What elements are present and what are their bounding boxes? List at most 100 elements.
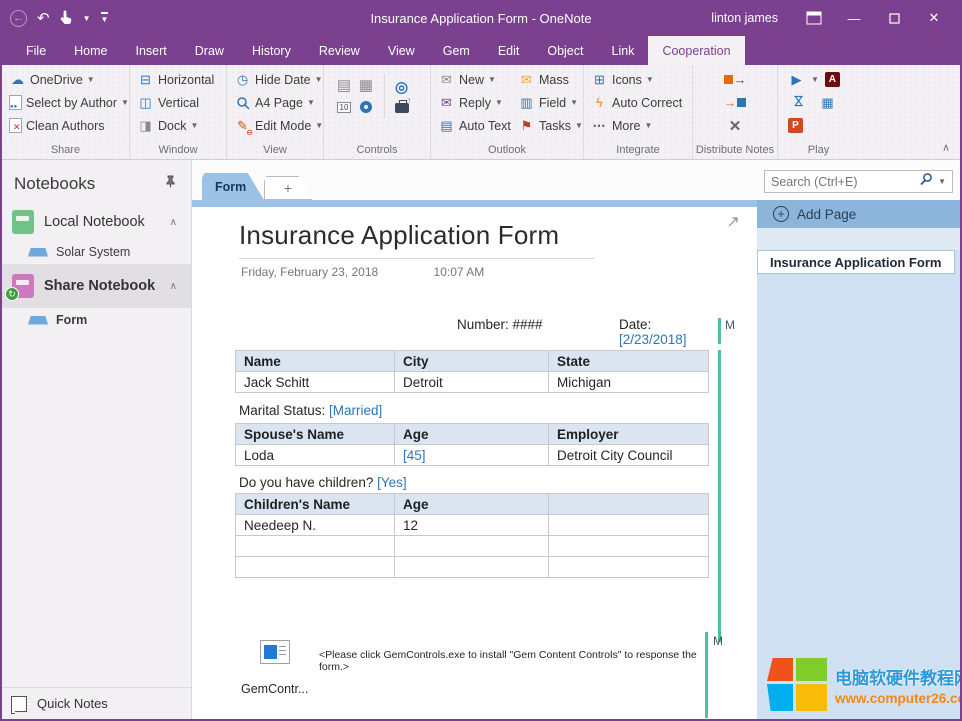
table-cell[interactable]: [45] (395, 445, 549, 466)
close-button[interactable]: ✕ (914, 3, 954, 33)
notebook-share[interactable]: ↻ Share Notebook ∧ (2, 264, 191, 308)
field-button[interactable]: ▥ Field ▼ (511, 91, 583, 114)
table-control-icon[interactable]: ▦ (358, 77, 375, 93)
section-tab-form[interactable]: Form (202, 173, 264, 200)
search-icon[interactable] (919, 172, 933, 191)
cancel-distribute-button[interactable]: ✕ (693, 114, 777, 137)
more-button[interactable]: ⋯ More ▼ (584, 114, 692, 137)
tasks-button[interactable]: ⚑ Tasks ▼ (511, 114, 583, 137)
new-mail-button[interactable]: ✉ New ▼ (431, 68, 511, 91)
table-cell[interactable] (395, 536, 549, 557)
table-cell[interactable] (549, 557, 709, 578)
table-cell[interactable]: Michigan (549, 372, 709, 393)
form-field-link[interactable]: [45] (403, 448, 426, 463)
ribbon-display-options-icon[interactable] (794, 3, 834, 33)
table-header-cell[interactable]: Age (395, 424, 549, 445)
dock-button[interactable]: ◨ Dock ▼ (130, 114, 226, 137)
tab-gem[interactable]: Gem (429, 36, 484, 65)
date-label[interactable]: Date: (619, 317, 651, 332)
table-header-cell[interactable]: Employer (549, 424, 709, 445)
onedrive-button[interactable]: ☁ OneDrive ▼ (2, 68, 129, 91)
add-page-button[interactable]: + Add Page (757, 200, 960, 228)
pdf-icon[interactable]: A (825, 72, 840, 87)
table-header-cell[interactable]: Age (395, 494, 549, 515)
collapse-ribbon-icon[interactable]: ∧ (942, 141, 950, 154)
slideshow-button[interactable]: ▶ ▼ A (778, 68, 859, 91)
tab-home[interactable]: Home (60, 36, 121, 65)
a4-page-button[interactable]: A4 Page ▼ (227, 91, 323, 114)
section-solar-system[interactable]: Solar System (2, 240, 191, 264)
tab-file[interactable]: File (12, 36, 60, 65)
edit-mode-button[interactable]: ✎ Edit Mode ▼ (227, 114, 323, 137)
attachment-name[interactable]: GemContr... (241, 682, 308, 696)
scanner-icon[interactable]: ⋈ (791, 94, 807, 111)
children-question-link[interactable]: [Yes] (377, 475, 407, 490)
table-cell[interactable]: Loda (236, 445, 395, 466)
number-value[interactable]: #### (513, 317, 543, 332)
mass-mail-button[interactable]: ✉ Mass (511, 68, 583, 91)
section-form[interactable]: Form (2, 308, 191, 332)
maximize-button[interactable] (874, 3, 914, 33)
search-box[interactable]: ▼ (764, 170, 953, 193)
table-header-cell[interactable]: Spouse's Name (236, 424, 395, 445)
children-question-label[interactable]: Do you have children? (239, 475, 373, 490)
collect-pages-button[interactable]: → (693, 91, 777, 114)
date-field-link[interactable]: [2/23/2018] (619, 332, 687, 347)
auto-correct-button[interactable]: ϟ Auto Correct (584, 91, 692, 114)
table-cell[interactable] (236, 536, 395, 557)
icons-button[interactable]: ⊞ Icons ▼ (584, 68, 692, 91)
target-control-icon[interactable]: ◎ (393, 79, 410, 95)
tab-cooperation[interactable]: Cooperation (648, 36, 744, 65)
table-header-cell[interactable]: Children's Name (236, 494, 395, 515)
chevron-up-icon[interactable]: ∧ (170, 281, 177, 292)
chevron-up-icon[interactable]: ∧ (170, 217, 177, 228)
radio-control-icon[interactable] (360, 101, 372, 113)
clean-authors-button[interactable]: Clean Authors (2, 114, 129, 137)
table-cell[interactable] (395, 557, 549, 578)
page-list-item[interactable]: Insurance Application Form (757, 250, 955, 274)
table-cell[interactable]: Detroit City Council (549, 445, 709, 466)
auto-text-button[interactable]: ▤ Auto Text (431, 114, 511, 137)
expand-page-icon[interactable] (726, 215, 740, 234)
tab-history[interactable]: History (238, 36, 305, 65)
table-cell[interactable]: Needeep N. (236, 515, 395, 536)
signed-in-user[interactable]: linton james (711, 11, 778, 25)
tab-view[interactable]: View (374, 36, 429, 65)
table-cell[interactable]: Detroit (395, 372, 549, 393)
table-cell[interactable]: 12 (395, 515, 549, 536)
table-header-cell[interactable]: City (395, 351, 549, 372)
briefcase-control-icon[interactable] (395, 103, 409, 113)
select-by-author-button[interactable]: Select by Author ▼ (2, 91, 129, 114)
table-cell[interactable] (549, 515, 709, 536)
table-globe-icon[interactable]: ▦ (819, 95, 836, 111)
hide-date-button[interactable]: ◷ Hide Date ▼ (227, 68, 323, 91)
new-section-tab[interactable]: + (264, 176, 312, 200)
number-control-icon[interactable]: 10 (337, 102, 352, 113)
marital-status-label[interactable]: Marital Status: (239, 403, 325, 418)
tab-object[interactable]: Object (533, 36, 597, 65)
quick-notes-button[interactable]: Quick Notes (2, 687, 191, 719)
powerpoint-icon[interactable]: P (788, 118, 803, 133)
table-header-cell[interactable]: Name (236, 351, 395, 372)
table-cell[interactable] (549, 536, 709, 557)
number-label[interactable]: Number: (457, 317, 509, 332)
horizontal-button[interactable]: ⊟ Horizontal (130, 68, 226, 91)
form-control-icon[interactable]: ▤ (336, 77, 353, 93)
table-cell[interactable] (236, 557, 395, 578)
table-header-cell[interactable] (549, 494, 709, 515)
tab-edit[interactable]: Edit (484, 36, 534, 65)
search-scope-dropdown-icon[interactable]: ▼ (938, 177, 946, 186)
tab-insert[interactable]: Insert (122, 36, 181, 65)
page-title[interactable]: Insurance Application Form (239, 220, 559, 251)
notebook-local[interactable]: Local Notebook ∧ (2, 204, 191, 240)
reply-button[interactable]: ✉ Reply ▼ (431, 91, 511, 114)
minimize-button[interactable]: — (834, 3, 874, 33)
attachment-note[interactable]: <Please click GemControls.exe to install… (319, 649, 711, 673)
distribute-pages-button[interactable]: → (693, 68, 777, 91)
pin-icon[interactable] (164, 175, 177, 193)
attachment-file-icon[interactable] (260, 640, 290, 664)
tab-draw[interactable]: Draw (181, 36, 238, 65)
table-cell[interactable]: Jack Schitt (236, 372, 395, 393)
tab-review[interactable]: Review (305, 36, 374, 65)
marital-status-link[interactable]: [Married] (329, 403, 382, 418)
